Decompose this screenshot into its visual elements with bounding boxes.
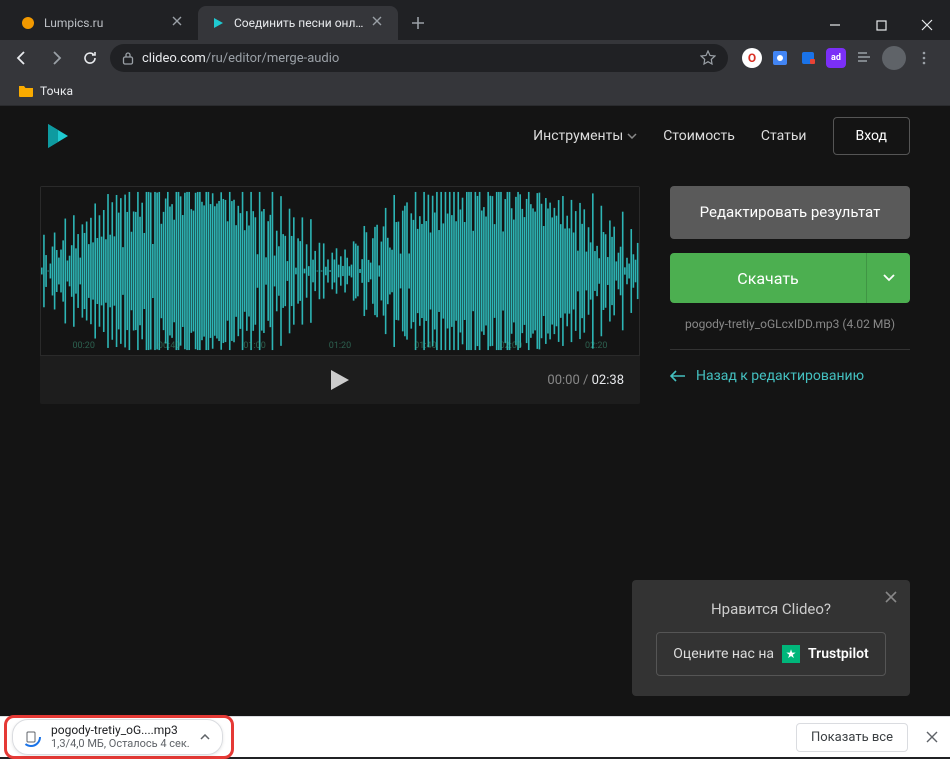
nav-forward-button[interactable] [42,44,70,72]
download-file-icon [21,727,41,747]
close-icon[interactable] [884,590,898,604]
extension-icon[interactable]: ad [826,48,846,68]
extension-icon[interactable]: O [742,48,762,68]
tab-title: Lumpics.ru [44,16,164,30]
browser-tab-lumpics[interactable]: Lumpics.ru [8,6,198,40]
new-tab-button[interactable] [404,9,432,37]
lock-icon [122,51,134,65]
nav-back-button[interactable] [8,44,36,72]
extension-icon[interactable] [770,48,790,68]
nav-articles[interactable]: Статьи [761,128,807,144]
trustpilot-star-icon: ★ [782,645,800,663]
profile-avatar[interactable] [882,46,906,70]
download-chip[interactable]: pogody-tretiy_oG....mp3 1,3/4,0 МБ, Оста… [12,719,223,754]
trustpilot-prompt: Нравится Clideo? Оцените нас на ★ Trustp… [632,580,910,696]
address-bar[interactable]: clideo.com/ru/editor/merge-audio [110,44,728,72]
chevron-down-icon [627,133,637,139]
nav-label: Стоимость [663,128,735,144]
folder-icon [18,84,34,98]
time-display: 00:00 / 02:38 [547,373,624,388]
chevron-down-icon [883,274,895,282]
back-to-edit-link[interactable]: Назад к редактированию [670,368,910,384]
chevron-up-icon[interactable] [200,734,210,740]
window-maximize-button[interactable] [858,10,904,40]
show-all-downloads-button[interactable]: Показать все [796,723,908,752]
bookmark-label: Точка [40,84,73,98]
clideo-favicon-icon [210,15,226,31]
tab-close-icon[interactable] [172,16,186,30]
star-icon[interactable] [700,50,716,66]
nav-pricing[interactable]: Стоимость [663,128,735,144]
nav-label: Инструменты [533,128,623,144]
download-button[interactable]: Скачать [670,253,910,303]
download-main[interactable]: Скачать [670,253,866,303]
tab-title: Соединить песни онлайн — Со... [234,16,364,30]
waveform-time-marks: 00:2000:4001:0001:2001:4002:0002:20 [41,341,639,351]
clideo-logo-icon[interactable] [40,120,72,152]
play-button[interactable] [329,368,351,392]
download-dropdown[interactable] [866,253,910,303]
trust-title: Нравится Clideo? [656,600,886,618]
rate-trustpilot-button[interactable]: Оцените нас на ★ Trustpilot [656,632,886,676]
login-button[interactable]: Вход [833,117,910,155]
window-close-button[interactable] [904,10,950,40]
nav-tools[interactable]: Инструменты [533,128,637,144]
download-filename: pogody-tretiy_oG....mp3 [51,724,190,737]
window-minimize-button[interactable] [812,10,858,40]
reading-list-icon[interactable] [854,48,874,68]
url-display: clideo.com/ru/editor/merge-audio [142,51,339,66]
tab-close-icon[interactable] [372,16,386,30]
audio-waveform[interactable]: 00:2000:4001:0001:2001:4002:0002:20 [40,186,640,356]
bookmark-folder[interactable]: Точка [12,80,79,102]
close-download-bar-icon[interactable] [926,731,938,743]
download-status: 1,3/4,0 МБ, Осталось 4 сек. [51,738,190,750]
lumpics-favicon-icon [20,15,36,31]
browser-menu-icon[interactable] [914,48,934,68]
nav-label: Статьи [761,128,807,144]
output-file-info: pogody-tretiy_oGLcxIDD.mp3 (4.02 MB) [670,317,910,331]
arrow-left-icon [670,370,686,382]
extension-icon[interactable] [798,48,818,68]
edit-result-button[interactable]: Редактировать результат [670,186,910,239]
divider [670,349,910,350]
nav-reload-button[interactable] [76,44,104,72]
browser-tab-clideo[interactable]: Соединить песни онлайн — Со... [198,6,398,40]
